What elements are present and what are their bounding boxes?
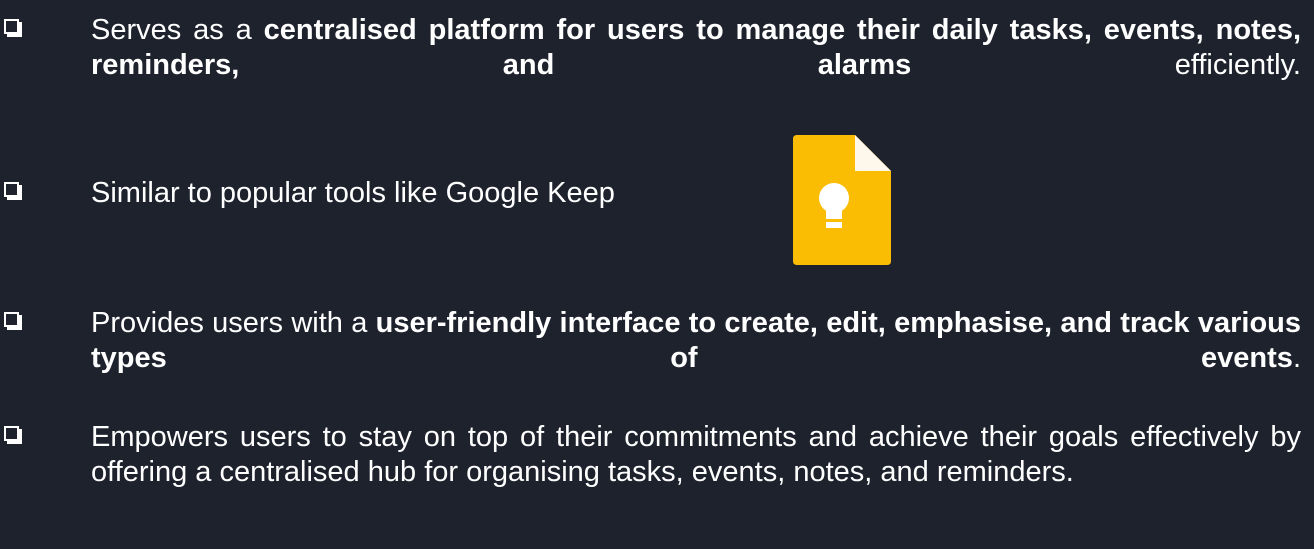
checkbox-bullet-icon [4, 19, 19, 34]
bullet-text-part: efficiently. [911, 49, 1301, 81]
bullet-text: Empowers users to stay on top of their c… [91, 420, 1301, 490]
google-keep-icon [793, 135, 891, 265]
bullet-text-part: Serves as a [91, 14, 264, 46]
bullet-text: Provides users with a user-friendly inte… [91, 306, 1301, 376]
checkbox-bullet-icon [4, 426, 19, 441]
bullet-text-part: Provides users with a [91, 307, 376, 339]
bullet-text-part: Similar to popular tools like Google Kee… [91, 177, 615, 209]
checkbox-bullet-icon [4, 312, 19, 327]
bullet-text-part: . [1292, 342, 1301, 374]
checkbox-bullet-icon [4, 182, 19, 197]
slide: Serves as a centralised platform for use… [0, 0, 1314, 549]
bullet-text: Serves as a centralised platform for use… [91, 13, 1301, 83]
bullet-text: Similar to popular tools like Google Kee… [91, 176, 771, 211]
bullet-text-part: Empowers users to stay on top of their c… [91, 421, 1301, 488]
